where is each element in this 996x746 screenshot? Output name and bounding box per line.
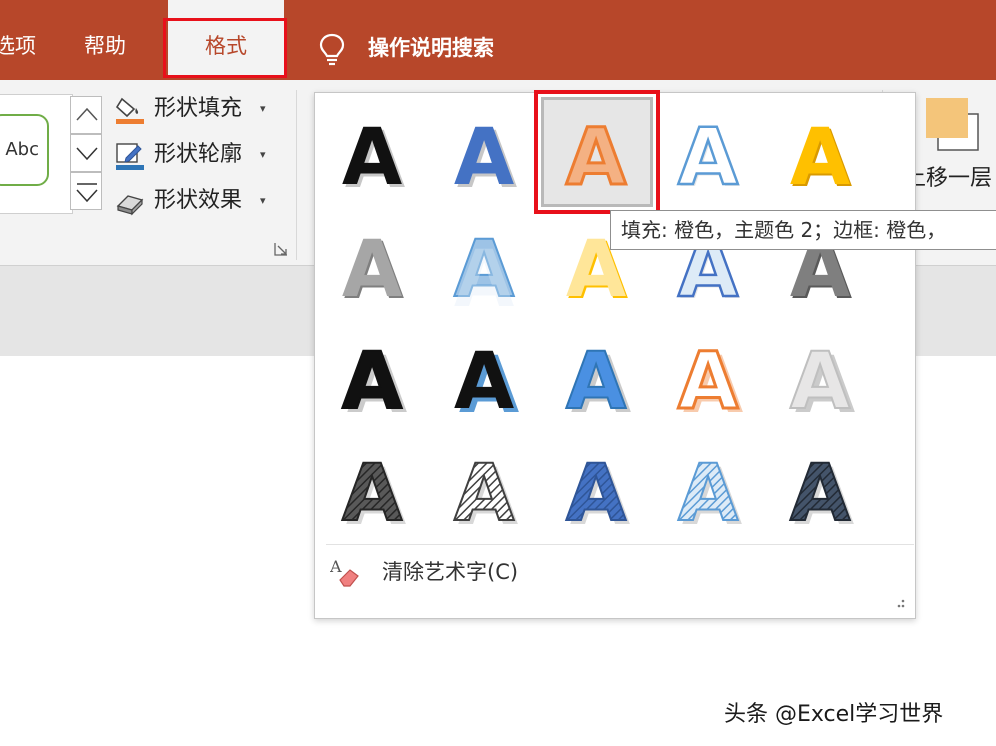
wordart-letter-icon: AA: [341, 336, 407, 431]
shape-fill-label: 形状填充: [154, 96, 243, 121]
svg-text:A: A: [790, 337, 850, 427]
wordart-orange-offset[interactable]: AA: [652, 324, 764, 436]
wordart-gray-gradient[interactable]: AA: [316, 212, 428, 324]
svg-text:A: A: [454, 113, 514, 203]
wordart-black-offset[interactable]: AA: [316, 324, 428, 436]
svg-text:A: A: [342, 113, 402, 203]
wordart-letter-icon: AA: [453, 448, 518, 543]
shape-effects-label: 形状效果: [154, 188, 243, 213]
wordart-letter-icon: AA: [565, 448, 630, 543]
chevron-down-icon: [76, 147, 98, 161]
svg-text:A: A: [566, 337, 626, 427]
wordart-white-stripe[interactable]: AA: [428, 436, 540, 548]
wordart-letter-icon: AA: [342, 225, 404, 317]
wordart-letter-icon: AA: [676, 336, 743, 432]
wordart-blue-pattern[interactable]: AA: [540, 436, 652, 548]
svg-text:A: A: [678, 449, 738, 539]
wordart-letter-icon: AA: [789, 336, 855, 431]
dropdown-caret-icon: ▾: [260, 102, 266, 115]
svg-text:A: A: [790, 113, 850, 203]
wordart-selection-highlight: [534, 90, 660, 214]
wordart-letter-icon: AA: [342, 113, 405, 206]
wordart-letter-icon: AA: [790, 113, 852, 205]
chevron-up-icon: [76, 107, 98, 121]
wordart-light-blue-pattern[interactable]: AA: [652, 436, 764, 548]
shape-effects-icon: [116, 195, 144, 216]
tab-help[interactable]: 帮助: [84, 0, 126, 80]
wordart-black-fill[interactable]: AA: [316, 100, 428, 212]
dialog-launcher-icon[interactable]: [274, 242, 288, 256]
svg-text:A: A: [330, 557, 342, 576]
ribbon-tab-bar: 选项 帮助 格式 操作说明搜索: [0, 0, 996, 80]
format-tab-highlight: [163, 18, 287, 78]
wordart-navy-pattern[interactable]: AA: [764, 436, 876, 548]
svg-text:A: A: [790, 449, 850, 539]
shape-outline-label: 形状轮廓: [154, 142, 243, 167]
bring-forward-label[interactable]: 上移一层: [904, 160, 992, 192]
bring-forward-icon[interactable]: [924, 96, 982, 152]
dropdown-divider: [326, 544, 914, 545]
wordart-letter-icon: AA: [677, 448, 742, 543]
wordart-letter-icon: AA: [454, 337, 519, 431]
wordart-blue-offset[interactable]: AA: [540, 324, 652, 436]
svg-text:A: A: [678, 337, 738, 427]
resize-grip-icon[interactable]: [894, 598, 906, 610]
svg-text:A: A: [342, 225, 402, 315]
svg-text:A: A: [454, 235, 514, 324]
wordart-letter-icon: AA: [341, 448, 406, 543]
svg-text:A: A: [342, 337, 402, 427]
pen-outline-icon: [116, 143, 144, 170]
gallery-more-button[interactable]: [70, 172, 102, 210]
wordart-white-fill-blue-outline[interactable]: AA: [652, 100, 764, 212]
tab-options[interactable]: 选项: [0, 0, 36, 80]
wordart-gold-gradient[interactable]: AA: [764, 100, 876, 212]
eraser-icon: A: [330, 557, 359, 587]
shape-style-sample[interactable]: Abc: [0, 114, 49, 186]
wordart-letter-icon: AA: [789, 448, 854, 543]
wordart-tooltip: 填充: 橙色，主题色 2；边框: 橙色，: [610, 210, 996, 250]
watermark-text: 头条 @Excel学习世界: [724, 702, 944, 727]
clear-wordart-button[interactable]: 清除艺术字(C): [382, 556, 518, 586]
wordart-black-blue-offset[interactable]: AA: [428, 324, 540, 436]
ribbon-group-separator: [296, 90, 297, 260]
paint-bucket-icon: [115, 97, 144, 124]
tell-me-search[interactable]: 操作说明搜索: [368, 0, 494, 80]
gallery-scroll-down-button[interactable]: [70, 134, 102, 172]
dropdown-caret-icon: ▾: [260, 148, 266, 161]
svg-text:A: A: [566, 449, 626, 539]
svg-text:A: A: [342, 449, 402, 539]
wordart-letter-icon: AA: [565, 336, 631, 431]
svg-text:A: A: [454, 337, 514, 427]
wordart-light-gray-offset[interactable]: AA: [764, 324, 876, 436]
wordart-blue-reflection[interactable]: AA: [428, 212, 540, 324]
lightbulb-icon[interactable]: [318, 32, 346, 68]
wordart-letter-icon: AA: [677, 112, 741, 205]
wordart-letter-icon: AA: [453, 224, 515, 324]
gallery-scroll-up-button[interactable]: [70, 96, 102, 134]
wordart-letter-icon: AA: [454, 113, 517, 206]
dropdown-caret-icon: ▾: [260, 194, 266, 207]
wordart-black-pattern[interactable]: AA: [316, 436, 428, 548]
expand-gallery-icon: [76, 183, 98, 203]
svg-text:A: A: [678, 113, 738, 203]
wordart-blue-fill[interactable]: AA: [428, 100, 540, 212]
svg-text:A: A: [454, 449, 514, 539]
